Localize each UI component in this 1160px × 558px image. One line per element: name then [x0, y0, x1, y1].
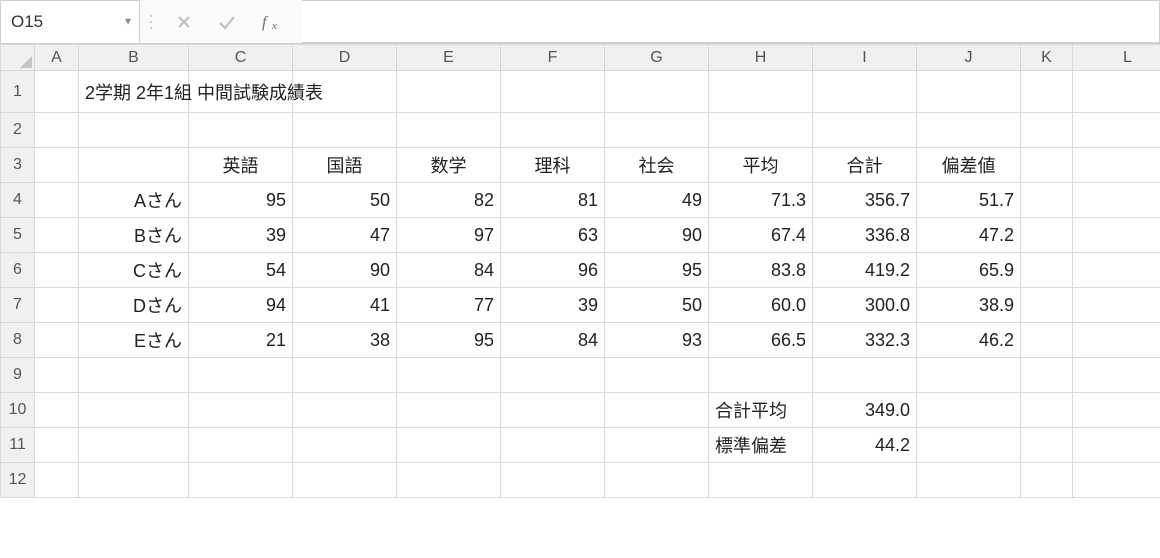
hdr-eng[interactable]: 英語 — [189, 148, 293, 183]
row-11: 11 標準偏差 44.2 — [1, 428, 1160, 463]
summary-total-avg-label[interactable]: 合計平均 — [709, 393, 813, 428]
col-header-D[interactable]: D — [293, 45, 397, 71]
cell-K1[interactable] — [1021, 71, 1073, 113]
cell-G1[interactable] — [605, 71, 709, 113]
student-B-name[interactable]: Bさん — [79, 218, 189, 253]
svg-text:x: x — [271, 20, 277, 32]
formula-input-wrap — [302, 0, 1160, 43]
cell-H1[interactable] — [709, 71, 813, 113]
student-E-name[interactable]: Eさん — [79, 323, 189, 358]
row-5: 5 Bさん 39 47 97 63 90 67.4 336.8 47.2 — [1, 218, 1160, 253]
col-header-J[interactable]: J — [917, 45, 1021, 71]
hdr-dev[interactable]: 偏差値 — [917, 148, 1021, 183]
row-header-11[interactable]: 11 — [1, 428, 35, 463]
row-header-7[interactable]: 7 — [1, 288, 35, 323]
name-box-value: O15 — [11, 12, 43, 32]
row-header-4[interactable]: 4 — [1, 183, 35, 218]
formula-input[interactable] — [312, 12, 1149, 32]
row-header-12[interactable]: 12 — [1, 463, 35, 498]
column-header-row: A B C D E F G H I J K L — [1, 45, 1160, 71]
hdr-avg[interactable]: 平均 — [709, 148, 813, 183]
row-header-1[interactable]: 1 — [1, 71, 35, 113]
col-header-F[interactable]: F — [501, 45, 605, 71]
divider — [140, 0, 162, 43]
cell-F1[interactable] — [501, 71, 605, 113]
hdr-math[interactable]: 数学 — [397, 148, 501, 183]
col-header-K[interactable]: K — [1021, 45, 1073, 71]
col-header-G[interactable]: G — [605, 45, 709, 71]
svg-text:f: f — [262, 14, 269, 31]
chevron-down-icon[interactable]: ▼ — [123, 17, 133, 28]
hdr-jpn[interactable]: 国語 — [293, 148, 397, 183]
summary-stddev-label[interactable]: 標準偏差 — [709, 428, 813, 463]
col-header-B[interactable]: B — [79, 45, 189, 71]
formula-bar: O15 ▼ f x — [0, 0, 1160, 44]
cell-J1[interactable] — [917, 71, 1021, 113]
app-window: O15 ▼ f x — [0, 0, 1160, 558]
enter-icon[interactable] — [214, 10, 240, 34]
row-7: 7 Dさん 94 41 77 39 50 60.0 300.0 38.9 — [1, 288, 1160, 323]
row-header-6[interactable]: 6 — [1, 253, 35, 288]
cell-A1[interactable] — [35, 71, 79, 113]
cell-I1[interactable] — [813, 71, 917, 113]
hdr-sci[interactable]: 理科 — [501, 148, 605, 183]
col-header-C[interactable]: C — [189, 45, 293, 71]
formula-bar-buttons: f x — [162, 0, 302, 43]
cell-L1[interactable] — [1073, 71, 1160, 113]
row-4: 4 Aさん 95 50 82 81 49 71.3 356.7 51.7 — [1, 183, 1160, 218]
row-header-3[interactable]: 3 — [1, 148, 35, 183]
student-D-name[interactable]: Dさん — [79, 288, 189, 323]
hdr-sum[interactable]: 合計 — [813, 148, 917, 183]
row-8: 8 Eさん 21 38 95 84 93 66.5 332.3 46.2 — [1, 323, 1160, 358]
row-header-8[interactable]: 8 — [1, 323, 35, 358]
col-header-L[interactable]: L — [1073, 45, 1160, 71]
col-header-H[interactable]: H — [709, 45, 813, 71]
row-header-2[interactable]: 2 — [1, 113, 35, 148]
name-box[interactable]: O15 ▼ — [0, 0, 140, 44]
col-header-A[interactable]: A — [35, 45, 79, 71]
spreadsheet-grid[interactable]: A B C D E F G H I J K L 1 — [0, 44, 1160, 558]
row-2: 2 — [1, 113, 1160, 148]
sheet-title[interactable]: 2学期 2年1組 中間試験成績表 — [85, 79, 323, 105]
row-header-9[interactable]: 9 — [1, 358, 35, 393]
select-all-corner[interactable] — [1, 45, 35, 71]
col-header-E[interactable]: E — [397, 45, 501, 71]
row-9: 9 — [1, 358, 1160, 393]
summary-stddev-value[interactable]: 44.2 — [813, 428, 917, 463]
hdr-soc[interactable]: 社会 — [605, 148, 709, 183]
row-10: 10 合計平均 349.0 — [1, 393, 1160, 428]
fx-icon[interactable]: f x — [258, 8, 292, 36]
row-3: 3 英語 国語 数学 理科 社会 平均 合計 偏差値 — [1, 148, 1160, 183]
col-header-I[interactable]: I — [813, 45, 917, 71]
cancel-icon[interactable] — [172, 10, 196, 34]
row-header-5[interactable]: 5 — [1, 218, 35, 253]
summary-total-avg-value[interactable]: 349.0 — [813, 393, 917, 428]
row-1: 1 2学期 2年1組 中間試験成績表 — [1, 71, 1160, 113]
row-12: 12 — [1, 463, 1160, 498]
row-6: 6 Cさん 54 90 84 96 95 83.8 419.2 65.9 — [1, 253, 1160, 288]
student-A-name[interactable]: Aさん — [79, 183, 189, 218]
cell-E1[interactable] — [397, 71, 501, 113]
student-C-name[interactable]: Cさん — [79, 253, 189, 288]
row-header-10[interactable]: 10 — [1, 393, 35, 428]
